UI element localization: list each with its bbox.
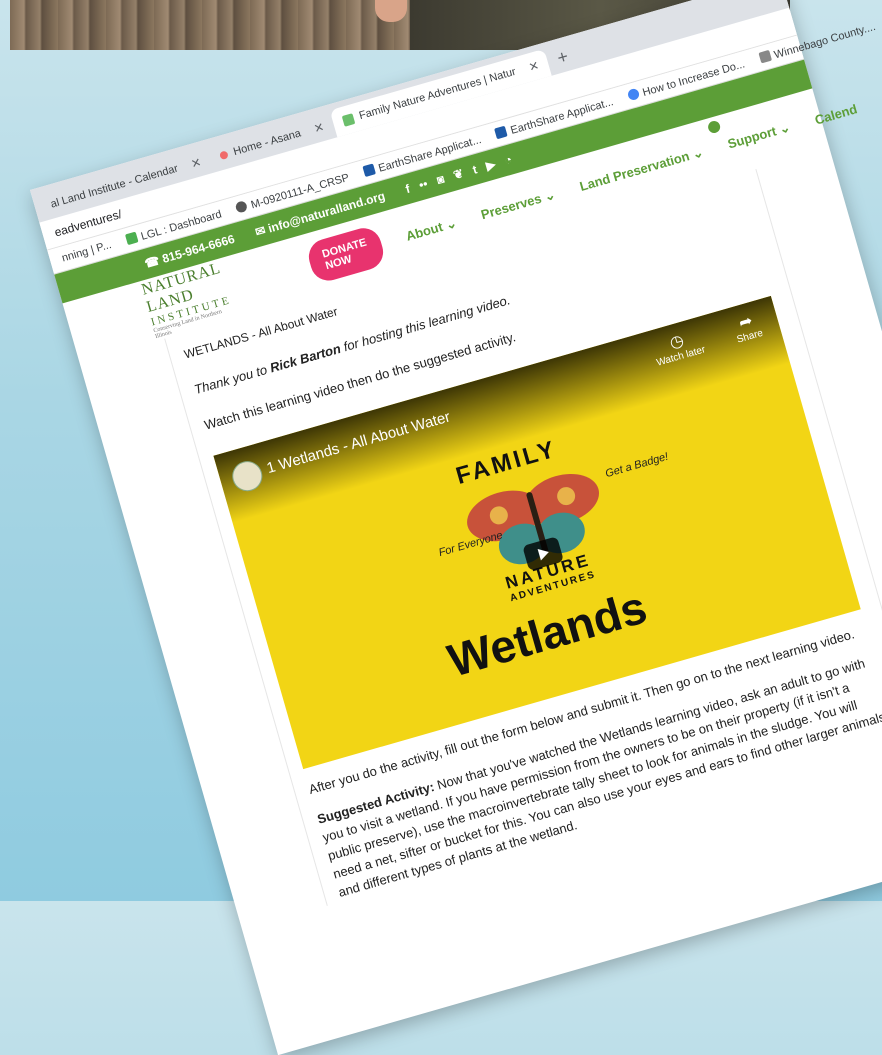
thumbnail-get-badge: Get a Badge!: [604, 450, 670, 481]
nav-preserves[interactable]: Preserves ⌄: [479, 187, 557, 224]
flickr-icon[interactable]: ••: [417, 176, 429, 192]
nav-about[interactable]: About ⌄: [404, 215, 458, 245]
twitter-icon[interactable]: ❦: [452, 166, 466, 182]
donate-button[interactable]: DONATE NOW: [304, 224, 388, 285]
tumblr-icon[interactable]: t: [471, 162, 479, 177]
thumbnail-wetlands: Wetlands: [442, 580, 653, 687]
close-icon[interactable]: ✕: [189, 155, 203, 171]
globe-icon: [234, 199, 249, 214]
nav-support[interactable]: Support ⌄: [726, 119, 792, 152]
hand-photo: [375, 0, 407, 22]
dots-icon: [757, 49, 772, 64]
close-icon[interactable]: ✕: [312, 120, 326, 136]
google-icon: [626, 87, 641, 101]
rss-icon[interactable]: ◔: [503, 152, 514, 167]
nav-land-preservation[interactable]: Land Preservation ⌄: [578, 144, 705, 195]
nav-calendar[interactable]: Calend: [813, 101, 859, 127]
browser-window: al Land Institute - Calendar ✕ Home - As…: [30, 0, 882, 1055]
close-icon[interactable]: ✕: [527, 58, 541, 74]
instagram-icon[interactable]: ◙: [435, 172, 446, 187]
youtube-icon[interactable]: ▶: [484, 157, 497, 173]
leaf-icon: [124, 231, 139, 245]
asana-icon: [219, 150, 230, 161]
earthshare-icon: [362, 162, 376, 177]
earthshare-icon: [494, 125, 509, 139]
site-favicon-icon: [341, 112, 356, 127]
facebook-icon[interactable]: f: [404, 182, 412, 197]
